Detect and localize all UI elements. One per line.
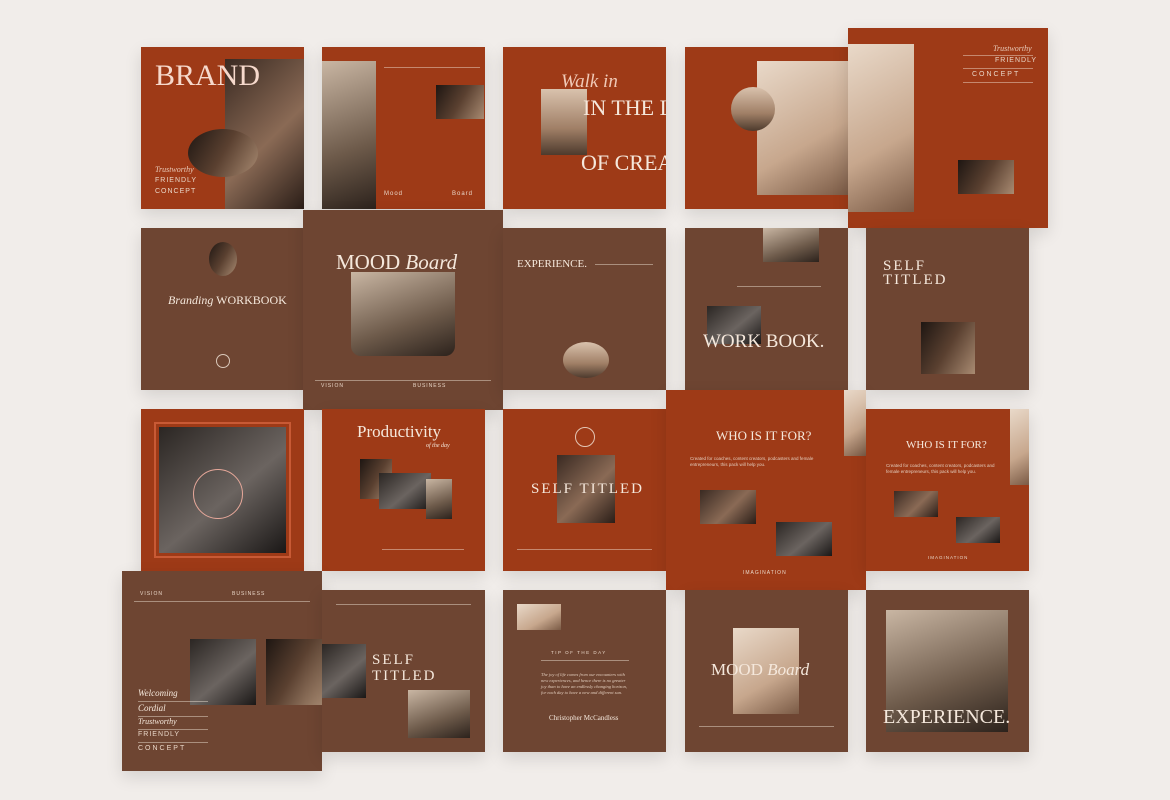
wif1-photo-2 (776, 522, 832, 556)
mb2-word: MOOD (336, 250, 401, 274)
brand-sub1: Trustworthy (155, 165, 194, 174)
wif1-body: Created for coaches, content creators, p… (690, 456, 814, 467)
flowers-photo-2 (1010, 409, 1029, 485)
hand-closeup (848, 44, 914, 212)
tile-experience-2: EXPERIENCE. (866, 590, 1029, 752)
wel-l5: CONCEPT (138, 745, 187, 752)
mirror-photo (351, 272, 455, 356)
tc-sub3: CONCEPT (972, 71, 1021, 78)
wb-title: WORK BOOK. (703, 331, 825, 352)
tc-sub1: Trustworthy (993, 44, 1032, 53)
tile-welcoming: VISION BUSINESS Welcoming Cordial Trustw… (122, 571, 322, 771)
tip-quote: The joy of life comes from our encounter… (541, 672, 627, 695)
mb2-footer-mid: BUSINESS (413, 383, 447, 389)
brand-title: BRAND (155, 59, 261, 92)
mb3-title: MOOD Board (711, 660, 809, 680)
bw-title: Branding WORKBOOK (168, 293, 287, 308)
wif2-photo-2 (956, 517, 1000, 543)
wel-l4: FRIENDLY (138, 731, 181, 738)
flowers-photo (844, 390, 866, 456)
st3-line1: SELF (372, 652, 416, 668)
mood-body (400, 143, 460, 149)
portrait-small (958, 160, 1014, 194)
wif2-footer: IMAGINATION (928, 555, 969, 560)
tile-self-titled-2: SELF TITLED (503, 409, 666, 571)
brand-sub3: CONCEPT (155, 188, 197, 195)
prod-title: Productivity (357, 422, 442, 441)
tile-hand (685, 47, 848, 209)
walk-script: Walk in (561, 71, 618, 92)
tile-walk-in: Walk in IN THE LIGHT OF CREATISM (503, 47, 666, 209)
tile-mood-board-3: MOOD Board (685, 590, 848, 752)
mood-right: Board (452, 191, 474, 197)
tile-branding-workbook: Branding WORKBOOK (141, 228, 304, 390)
monogram-icon (216, 354, 230, 368)
st1-line2: TITLED (883, 272, 948, 288)
st2-title: SELF TITLED (531, 481, 644, 497)
wif2-body: Created for coaches, content creators, p… (886, 463, 995, 474)
exp1-circle-photo (563, 342, 609, 378)
tile-mood-board-1: Mood Board (322, 47, 485, 209)
tile-tip-of-the-day: TIP OF THE DAY The joy of life comes fro… (503, 590, 666, 752)
wif2-photo-1 (894, 491, 938, 517)
tile-brand: BRAND Trustworthy FRIENDLY CONCEPT (141, 47, 304, 209)
mood-left: Mood (384, 191, 404, 197)
wif2-title: WHO IS IT FOR? (906, 439, 987, 451)
tip-title: TIP OF THE DAY (551, 650, 607, 655)
tile-mood-board-2: MOOD Board VISION BUSINESS (303, 210, 503, 410)
portrait-photo (436, 85, 484, 119)
wel-header-mid: BUSINESS (232, 591, 266, 597)
mb2-footer-left: VISION (321, 383, 344, 389)
avatar-photo (209, 242, 237, 276)
bw-word: WORKBOOK (216, 293, 287, 307)
tip-photo (517, 604, 561, 630)
prod-photo-3 (426, 479, 452, 519)
exp1-title: EXPERIENCE. (517, 258, 587, 270)
wif1-photo-1 (700, 490, 756, 524)
prod-script: of the day (426, 443, 450, 449)
monogram-icon (193, 469, 243, 519)
st1-photo (921, 322, 975, 374)
wel-l1: Welcoming (138, 688, 178, 698)
prod-photo-2 (379, 473, 431, 509)
tile-work-book: WORK BOOK. (685, 228, 848, 390)
hat-photo (731, 87, 775, 131)
wel-header: VISION (140, 591, 163, 597)
mb2-script: Board (405, 250, 458, 274)
monogram-icon (575, 427, 595, 447)
st3-photo-1 (322, 644, 366, 698)
tile-productivity: Productivity of the day (322, 409, 485, 571)
woman-photo (541, 89, 587, 155)
tip-author: Christopher McCandless (549, 714, 619, 722)
mb3-word: MOOD (711, 660, 763, 679)
tc-sub2: FRIENDLY (995, 57, 1038, 64)
tile-self-titled-3: SELF TITLED (322, 590, 485, 752)
st3-photo-2 (408, 690, 470, 738)
wel-l3: Trustworthy (138, 717, 177, 726)
bw-script: Branding (168, 293, 214, 307)
tile-self-titled-1: SELF TITLED (866, 228, 1029, 390)
tile-logo-portrait (141, 409, 304, 571)
exp2-title: EXPERIENCE. (883, 706, 1011, 728)
wif1-footer: IMAGINATION (743, 570, 787, 576)
mb3-script: Board (767, 660, 810, 679)
hand-photo (757, 61, 848, 195)
tile-trustworthy-concept: Trustworthy FRIENDLY CONCEPT (848, 28, 1048, 228)
walk-line2: OF CREATISM (581, 150, 666, 175)
wel-photo-1 (190, 639, 256, 705)
tile-experience-1: EXPERIENCE. (503, 228, 666, 390)
circle-photo (188, 129, 258, 177)
workbook-top-photo (763, 228, 819, 262)
walk-line1: IN THE LIGHT (583, 95, 666, 120)
wel-photo-2 (266, 639, 322, 705)
street-photo (322, 61, 376, 209)
tile-who-is-it-for-2: WHO IS IT FOR? Created for coaches, cont… (866, 409, 1029, 571)
st3-line2: TITLED (372, 668, 437, 684)
tile-who-is-it-for-1: WHO IS IT FOR? Created for coaches, cont… (666, 390, 866, 590)
wif1-title: WHO IS IT FOR? (716, 428, 812, 443)
wel-l2: Cordial (138, 703, 166, 713)
brand-sub2: FRIENDLY (155, 177, 198, 184)
